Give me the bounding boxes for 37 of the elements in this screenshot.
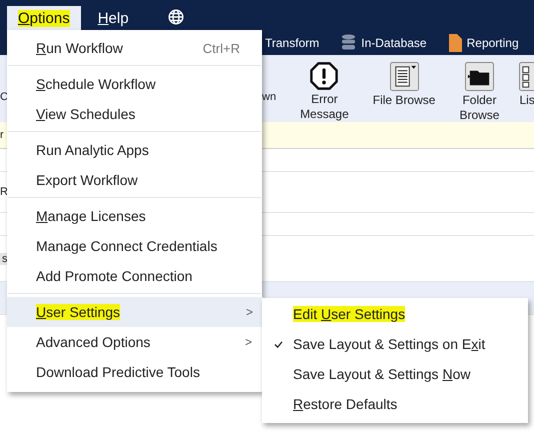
error-icon (310, 62, 338, 90)
menu-item[interactable]: Save Layout & Settings Now (262, 359, 528, 389)
document-icon (448, 34, 462, 52)
menu-item[interactable]: Schedule Workflow (7, 69, 262, 99)
tool-button[interactable]: Error Message (300, 62, 349, 122)
notice-text: r (0, 129, 4, 141)
menu-item[interactable]: User Settings > (7, 297, 263, 327)
menu-item[interactable]: Manage Licenses (7, 201, 262, 231)
menu-item[interactable]: Add Promote Connection (7, 261, 262, 291)
toolbar-label: C (0, 91, 8, 103)
submenu-arrow: > (246, 305, 253, 319)
ribbon-tab[interactable]: In-Database (341, 34, 427, 51)
menu-bar-item[interactable]: Options (7, 6, 81, 30)
tool-button[interactable]: File Browse (372, 62, 436, 108)
menu-item[interactable]: Manage Connect Credentials (7, 231, 262, 261)
menu-item[interactable]: Export Workflow (7, 165, 262, 195)
menu-item[interactable]: Download Predictive Tools (7, 357, 262, 387)
folder-icon (464, 62, 494, 91)
menu-item[interactable]: Edit User Settings (262, 299, 528, 329)
submenu-arrow: > (244, 335, 252, 349)
toolbar-label: wn (262, 91, 276, 103)
menu-item[interactable]: Advanced Options > (7, 327, 262, 357)
ribbon-tab[interactable]: Transform (265, 36, 320, 50)
menu-item[interactable]: Run Workflow Ctrl+R (7, 33, 262, 63)
shortcut-label: Ctrl+R (202, 40, 240, 56)
database-icon (341, 34, 356, 51)
row-label: R (0, 186, 8, 198)
tool-button[interactable]: Lis (519, 62, 534, 108)
menu-item[interactable]: View Schedules (7, 99, 262, 129)
globe-icon[interactable] (168, 9, 184, 25)
ribbon-tab[interactable]: Reporting (448, 34, 519, 52)
document-icon (390, 62, 419, 91)
menu-item[interactable]: Restore Defaults (262, 389, 528, 419)
tool-button[interactable]: Folder Browse (459, 62, 500, 123)
menu-bar-item[interactable]: Help (86, 6, 140, 30)
menu-item[interactable]: Save Layout & Settings on Exit (262, 329, 528, 359)
menu-item[interactable]: Run Analytic Apps (7, 135, 262, 165)
